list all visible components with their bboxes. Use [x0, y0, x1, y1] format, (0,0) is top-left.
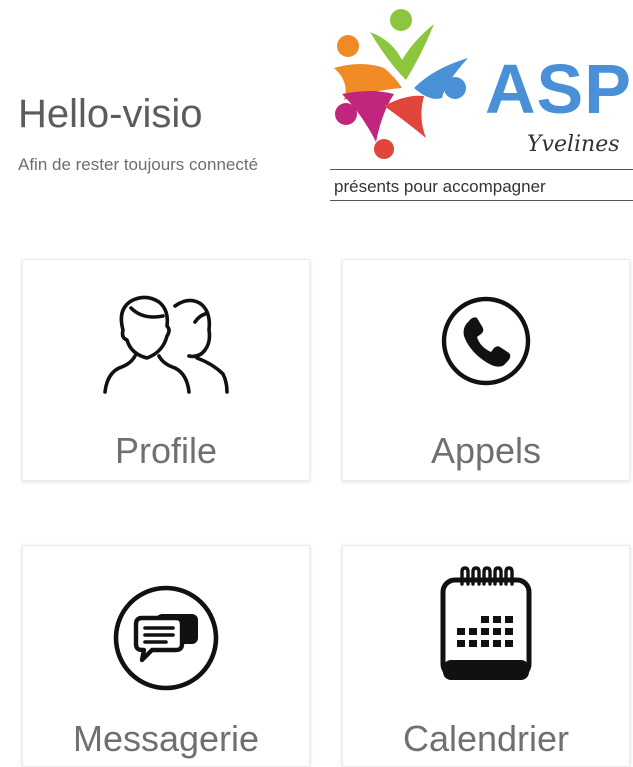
profile-tile[interactable]: Profile [22, 259, 310, 481]
messagerie-label: Messagerie [72, 718, 260, 759]
asp-star-emblem-icon [334, 9, 468, 159]
app-subtitle: Afin de rester toujours connecté [18, 155, 259, 174]
messagerie-tile[interactable]: Messagerie [22, 545, 310, 767]
calendar-icon [440, 566, 532, 680]
asp-yvelines-logo: ASP Yvelines présents pour accompagner [322, 2, 633, 207]
logo-tagline: présents pour accompagner [334, 177, 546, 196]
calendrier-label: Calendrier [402, 718, 570, 759]
app-title: Hello-visio [18, 92, 203, 136]
profile-label: Profile [114, 430, 218, 471]
chat-icon [113, 585, 219, 691]
logo-wordmark: ASP [485, 50, 632, 128]
calendrier-tile[interactable]: Calendrier [342, 545, 630, 767]
logo-divider [330, 169, 633, 170]
phone-icon [441, 296, 531, 386]
people-icon [103, 295, 229, 394]
appels-tile[interactable]: Appels [342, 259, 630, 481]
appels-label: Appels [430, 430, 542, 471]
logo-region: Yvelines [527, 132, 620, 157]
logo-divider-bottom [330, 200, 633, 201]
